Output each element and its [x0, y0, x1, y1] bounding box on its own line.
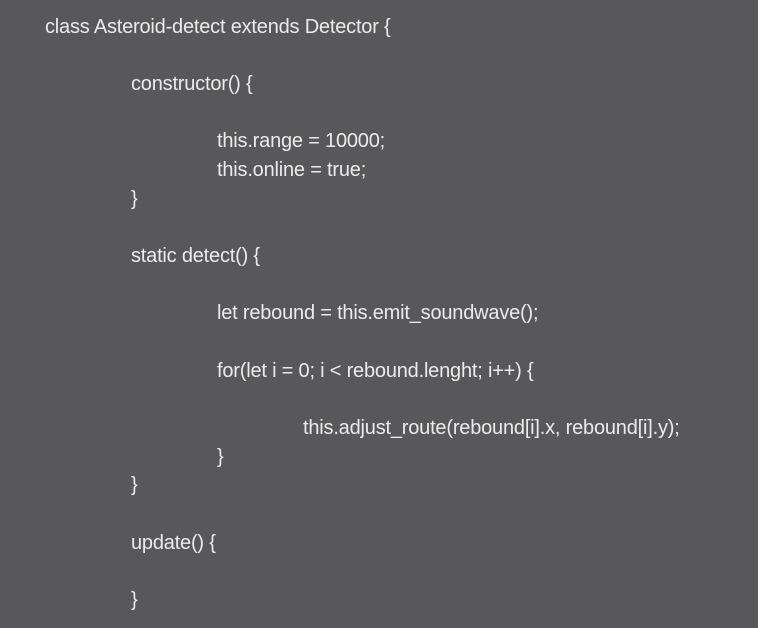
constructor-close-brace: } [131, 188, 138, 210]
online-assignment-line: this.online = true; [217, 159, 367, 181]
detect-close-brace: } [131, 474, 138, 496]
rebound-declaration-line: let rebound = this.emit_soundwave(); [217, 302, 539, 324]
class-declaration-line: class Asteroid-detect extends Detector { [45, 16, 391, 38]
update-close-brace: } [131, 589, 138, 611]
range-assignment-line: this.range = 10000; [217, 130, 385, 152]
code-panel: class Asteroid-detect extends Detector {… [0, 0, 758, 628]
constructor-line: constructor() { [131, 73, 253, 95]
for-loop-line: for(let i = 0; i < rebound.lenght; i++) … [217, 360, 534, 382]
adjust-route-line: this.adjust_route(rebound[i].x, rebound[… [303, 417, 680, 439]
detect-method-line: static detect() { [131, 245, 260, 267]
for-loop-close-brace: } [217, 446, 224, 468]
update-method-line: update() { [131, 532, 216, 554]
